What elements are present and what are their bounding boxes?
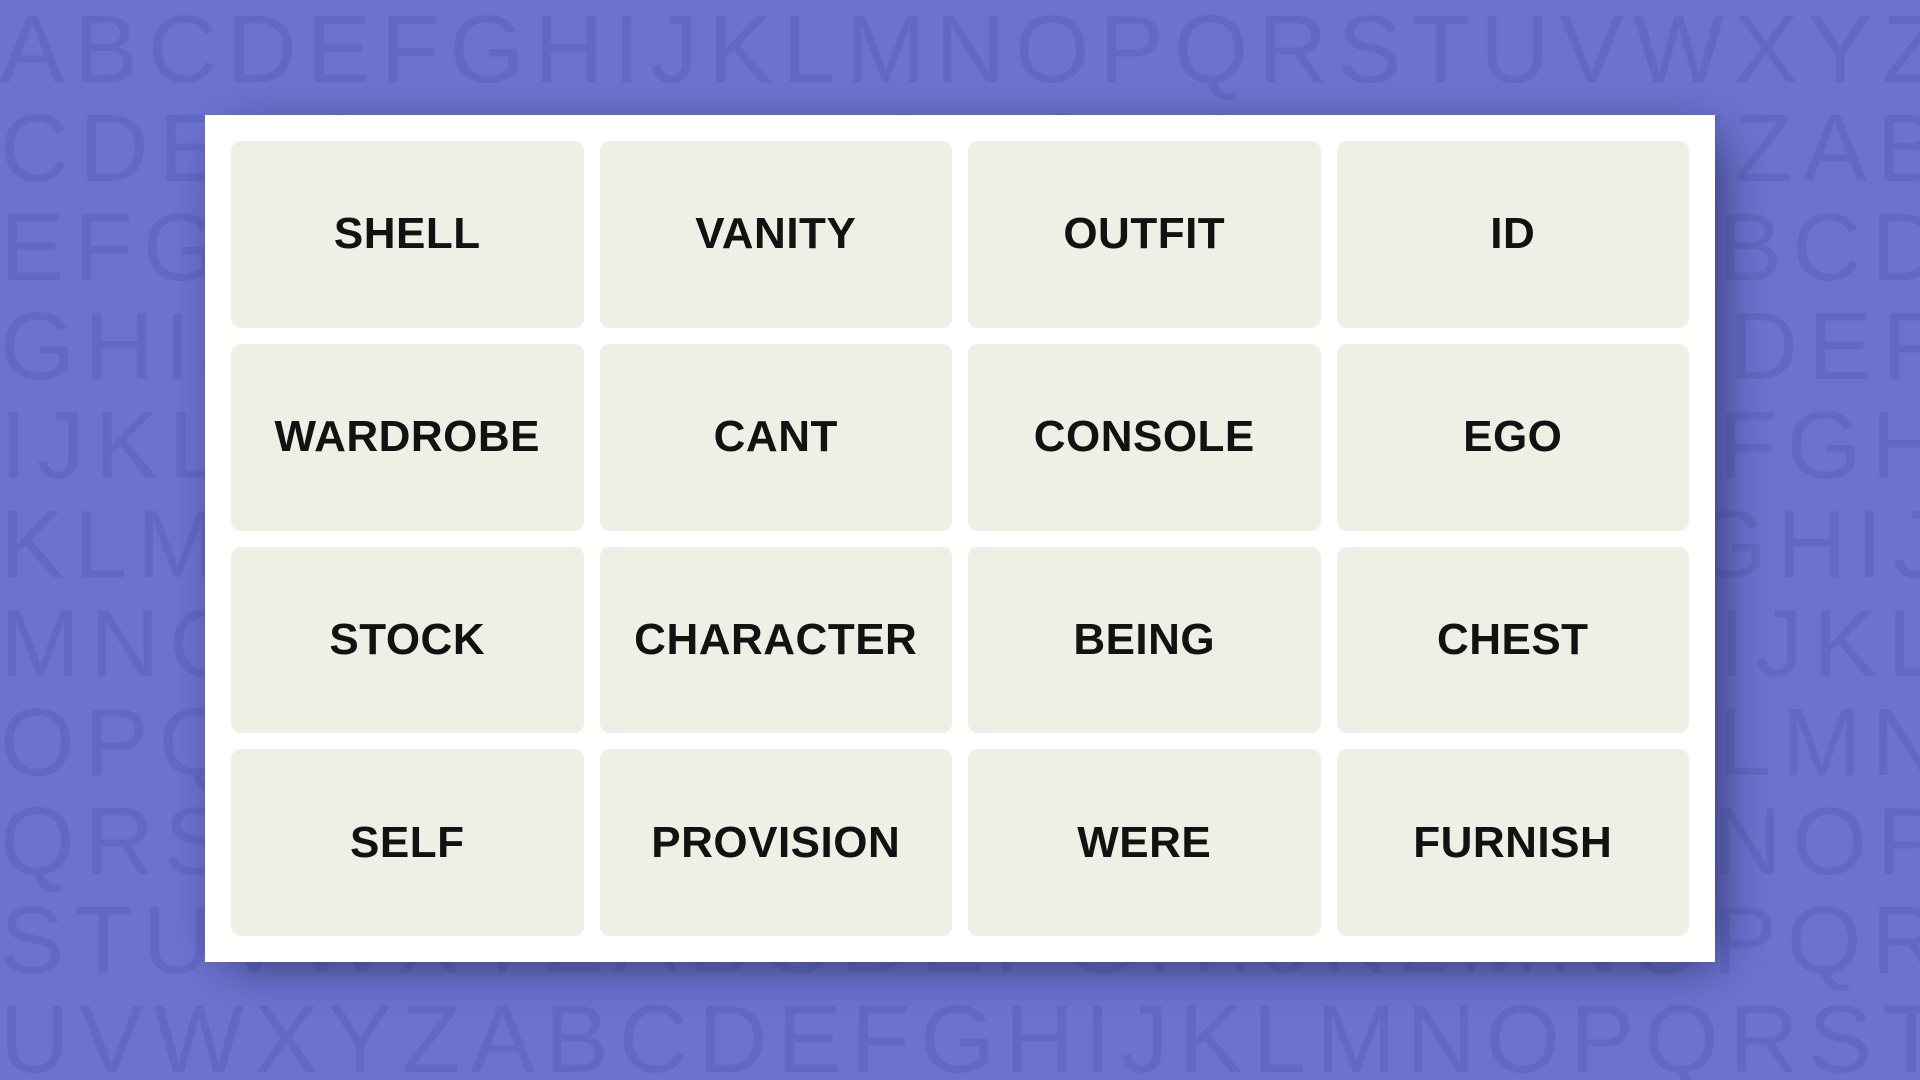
- word-tile[interactable]: VANITY: [599, 141, 952, 328]
- word-tile-label: ID: [1490, 209, 1536, 259]
- word-tile-label: FURNISH: [1413, 817, 1613, 867]
- word-tile-label: SELF: [350, 817, 465, 867]
- word-tile[interactable]: BEING: [968, 546, 1321, 734]
- word-tile-label: WARDROBE: [274, 412, 541, 462]
- word-tile[interactable]: WARDROBE: [231, 343, 584, 531]
- word-tile[interactable]: PROVISION: [599, 749, 952, 936]
- word-tile-label: EGO: [1463, 412, 1563, 462]
- word-tile-label: CONSOLE: [1033, 412, 1255, 462]
- word-tile[interactable]: SELF: [231, 749, 584, 936]
- word-tile[interactable]: FURNISH: [1336, 749, 1689, 936]
- word-tile-label: SHELL: [333, 209, 481, 259]
- word-tile-label: CANT: [713, 412, 838, 462]
- word-tile-label: CHARACTER: [634, 614, 918, 664]
- word-tile[interactable]: STOCK: [231, 546, 584, 734]
- word-tile-label: STOCK: [329, 614, 486, 664]
- word-tile-label: CHEST: [1436, 614, 1589, 664]
- word-tile-label: BEING: [1073, 614, 1216, 664]
- word-tile-label: VANITY: [695, 209, 857, 259]
- word-tile[interactable]: WERE: [968, 749, 1321, 936]
- word-tile[interactable]: CANT: [599, 343, 952, 531]
- word-tile-grid: SHELL VANITY OUTFIT ID WARDROBE CANT CONSOLE EG…: [231, 141, 1689, 936]
- word-tile[interactable]: EGO: [1336, 343, 1689, 531]
- word-tile[interactable]: ID: [1336, 141, 1689, 328]
- word-tile-label: PROVISION: [651, 817, 901, 867]
- word-tile[interactable]: OUTFIT: [968, 141, 1321, 328]
- word-tile[interactable]: SHELL: [231, 141, 584, 328]
- word-tile[interactable]: CHARACTER: [599, 546, 952, 734]
- word-tile[interactable]: CHEST: [1336, 546, 1689, 734]
- word-tile-label: WERE: [1077, 817, 1212, 867]
- word-tile[interactable]: CONSOLE: [968, 343, 1321, 531]
- word-tile-label: OUTFIT: [1063, 209, 1226, 259]
- wallpaper-letter-row: UVWXYZABCDEFGHIJKLMNOPQRSTUVWXYZ: [0, 986, 1920, 1080]
- wallpaper-letter-row: ABCDEFGHIJKLMNOPQRSTUVWXYZABCDEF: [0, 0, 1920, 103]
- puzzle-board: SHELL VANITY OUTFIT ID WARDROBE CANT CONSOLE EG…: [205, 115, 1715, 962]
